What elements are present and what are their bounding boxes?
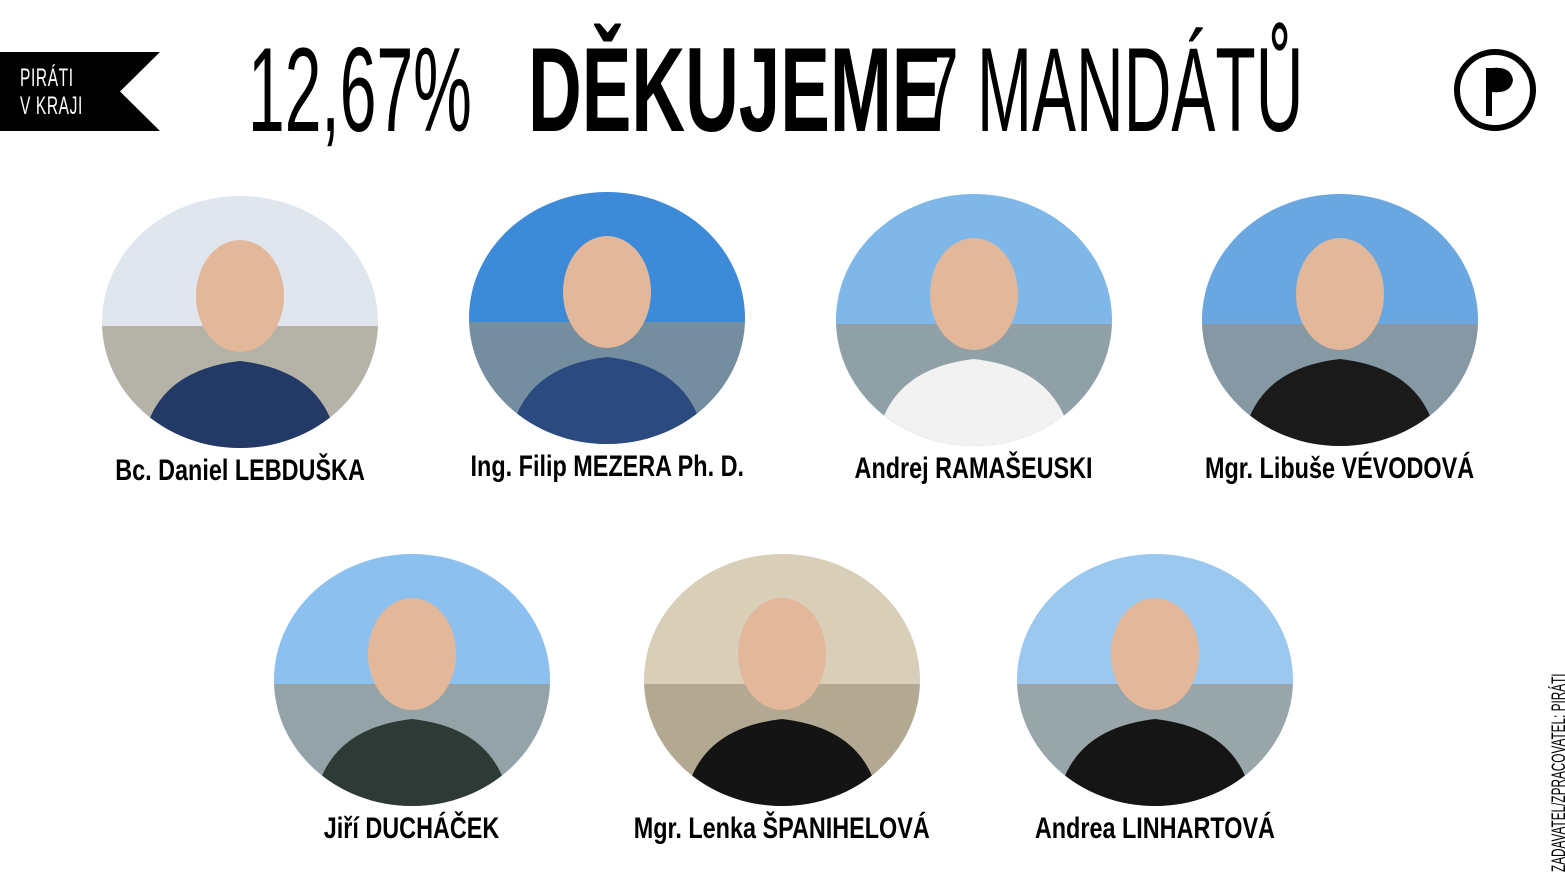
ribbon-line1: PIRÁTI	[20, 64, 74, 92]
candidate-photo	[836, 194, 1112, 446]
candidate-name: Ing. Filip MEZERA Ph. D.	[470, 450, 744, 483]
candidate-photo	[644, 554, 920, 806]
candidate-name: Andrej RAMAŠEUSKI	[855, 452, 1093, 485]
candidate-card: Ing. Filip MEZERA Ph. D.	[467, 192, 747, 483]
pirate-flag-logo-icon	[1454, 49, 1536, 131]
candidate-photo	[274, 554, 550, 806]
candidate-name: Jiří DUCHÁČEK	[324, 812, 500, 845]
candidate-card: Mgr. Libuše VÉVODOVÁ	[1200, 194, 1480, 485]
ribbon-label: PIRÁTI V KRAJI	[20, 64, 83, 120]
seats-count: 7 MANDÁTŮ	[922, 23, 1304, 157]
candidate-card: Mgr. Lenka ŠPANIHELOVÁ	[634, 554, 930, 845]
candidate-name: Mgr. Libuše VÉVODOVÁ	[1205, 452, 1475, 485]
candidate-photo	[469, 192, 745, 444]
ribbon-line2: V KRAJI	[20, 92, 83, 120]
candidate-card: Jiří DUCHÁČEK	[272, 554, 552, 845]
candidate-name: Andrea LINHARTOVÁ	[1034, 812, 1276, 845]
candidate-photo	[102, 196, 378, 448]
thanks-headline: DĚKUJEME	[528, 23, 942, 157]
candidate-card: Andrea LINHARTOVÁ	[1015, 554, 1295, 845]
candidate-card: Andrej RAMAŠEUSKI	[834, 194, 1114, 485]
candidate-name: Bc. Daniel LEBDUŠKA	[115, 454, 365, 487]
candidate-photo	[1202, 194, 1478, 446]
vote-percent: 12,67%	[248, 23, 472, 157]
candidate-card: Bc. Daniel LEBDUŠKA	[100, 196, 380, 487]
credit-text: ZADAVATEL/ZPRACOVATEL: PIRÁTI	[1549, 673, 1565, 872]
candidate-photo	[1017, 554, 1293, 806]
candidate-name: Mgr. Lenka ŠPANIHELOVÁ	[633, 812, 931, 845]
